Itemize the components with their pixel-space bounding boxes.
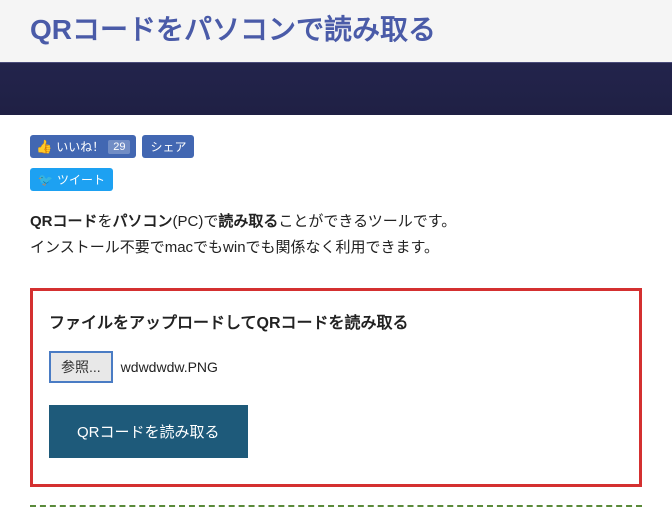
desc-bold-1: QRコード	[30, 213, 98, 230]
desc-text-4: (PC)で	[173, 213, 219, 230]
twitter-icon: 🐦	[38, 173, 53, 187]
header-band	[0, 62, 672, 115]
tw-tweet-button[interactable]: 🐦 ツイート	[30, 168, 113, 191]
selected-filename: wdwdwdw.PNG	[121, 359, 218, 375]
desc-text-2: を	[98, 213, 113, 230]
browse-button[interactable]: 参照...	[49, 351, 113, 383]
fb-share-button[interactable]: シェア	[142, 135, 194, 158]
desc-text-6: ことができるツールです。	[278, 213, 456, 230]
upload-box: ファイルをアップロードしてQRコードを読み取る 参照... wdwdwdw.PN…	[30, 288, 642, 487]
file-input-row: 参照... wdwdwdw.PNG	[49, 351, 623, 383]
desc-line-2: インストール不要でmacでもwinでも関係なく利用できます。	[30, 239, 439, 256]
thumb-up-icon: 👍	[36, 139, 52, 155]
fb-like-count: 29	[108, 140, 130, 154]
facebook-row: 👍 いいね！ 29 シェア	[30, 135, 642, 158]
fb-like-button[interactable]: 👍 いいね！ 29	[30, 135, 136, 158]
page-title: QRコードをパソコンで読み取る	[0, 0, 672, 62]
desc-bold-5: 読み取る	[218, 213, 278, 230]
upload-title: ファイルをアップロードしてQRコードを読み取る	[49, 309, 623, 333]
main-content: 👍 いいね！ 29 シェア 🐦 ツイート QRコードをパソコン(PC)で読み取る…	[0, 115, 672, 527]
fb-like-label: いいね！	[56, 138, 104, 155]
divider-dashed	[30, 505, 642, 507]
twitter-row: 🐦 ツイート	[30, 168, 642, 191]
description-text: QRコードをパソコン(PC)で読み取ることができるツールです。 インストール不要…	[30, 209, 642, 260]
desc-bold-3: パソコン	[113, 213, 173, 230]
tw-tweet-label: ツイート	[57, 171, 105, 188]
read-qr-button[interactable]: QRコードを読み取る	[49, 405, 248, 458]
